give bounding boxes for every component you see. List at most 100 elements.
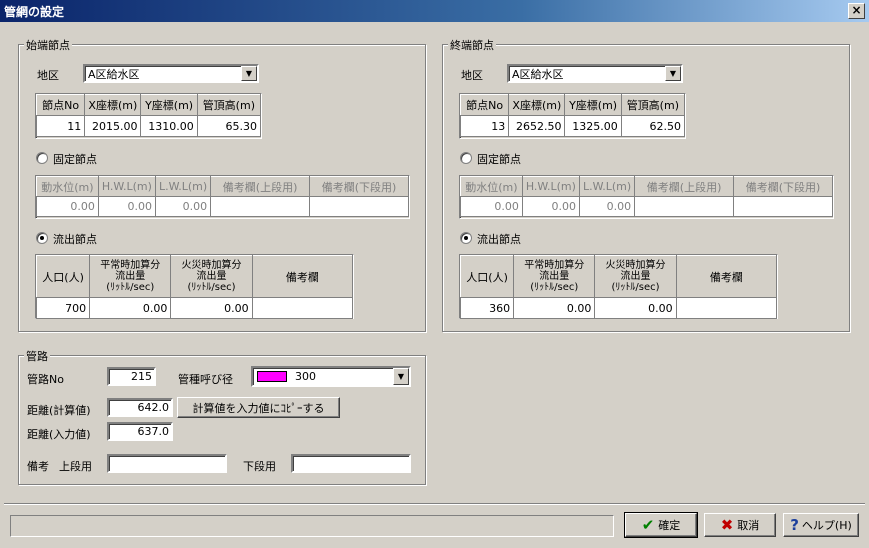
footer-divider [4,503,865,505]
start-coord-table: 節点No X座標(m) Y座標(m) 管頂高(m) 11 2015.00 131… [35,94,262,137]
start-district-label: 地区 [37,69,59,82]
cell-fire-outflow[interactable]: 0.00 [170,297,253,319]
end-district-label: 地区 [461,69,483,82]
cell-note[interactable] [251,297,354,319]
cell-pipe-top[interactable]: 62.50 [620,115,686,137]
col-fire-outflow: 火災時加算分 流出量 (ﾘｯﾄﾙ/sec) [594,255,677,298]
col-fire-outflow: 火災時加算分 流出量 (ﾘｯﾄﾙ/sec) [170,255,253,298]
note-lower-label: 下段用 [243,460,276,473]
window-title: 管網の設定 [4,4,65,19]
cell-x[interactable]: 2652.50 [508,115,566,137]
cell-note-upper[interactable] [210,196,311,217]
end-fixed-radio[interactable] [460,152,472,164]
cell-note[interactable] [675,297,778,319]
start-node-group-label: 始端節点 [24,37,72,53]
close-icon: × [851,3,862,17]
cell-population[interactable]: 700 [35,297,91,319]
chevron-down-icon[interactable]: ▼ [241,66,257,81]
col-lwl: L.W.L(m) [154,176,212,197]
ok-button[interactable]: ✔ 確定 [624,512,698,538]
col-normal-outflow: 平常時加算分 流出量 (ﾘｯﾄﾙ/sec) [513,255,596,298]
cancel-button[interactable]: ✖ 取消 [704,513,776,537]
col-normal-outflow: 平常時加算分 流出量 (ﾘｯﾄﾙ/sec) [89,255,172,298]
start-coord-table-frame: 節点No X座標(m) Y座標(m) 管頂高(m) 11 2015.00 131… [35,93,262,139]
copy-calc-button[interactable]: 計算値を入力値にｺﾋﾟｰする [177,397,340,418]
cell-pipe-top[interactable]: 65.30 [196,115,262,137]
col-note-upper: 備考欄(上段用) [634,176,735,197]
start-district-value: A区給水区 [88,67,140,81]
cancel-label: 取消 [737,519,760,532]
col-y: Y座標(m) [564,94,622,116]
check-icon: ✔ [641,516,655,534]
end-coord-table: 節点No X座標(m) Y座標(m) 管頂高(m) 13 2652.50 132… [459,94,686,137]
start-outflow-table-frame: 人口(人) 平常時加算分 流出量 (ﾘｯﾄﾙ/sec) 火災時加算分 流出量 (… [35,254,354,319]
end-outflow-label: 流出節点 [477,233,521,246]
cell-lwl[interactable]: 0.00 [154,196,212,217]
pipe-no-label: 管路No [27,373,64,386]
pipe-type-color-swatch [257,371,287,382]
pipe-type-select[interactable]: 300 ▼ [251,366,411,387]
start-outflow-radio[interactable] [36,232,48,244]
col-note: 備考欄 [675,255,778,298]
end-district-value: A区給水区 [512,67,564,81]
col-water-level: 動水位(m) [460,176,523,197]
cell-normal-outflow[interactable]: 0.00 [513,297,596,319]
start-fixed-radio[interactable] [36,152,48,164]
chevron-down-icon[interactable]: ▼ [393,368,409,385]
cell-fire-outflow[interactable]: 0.00 [594,297,677,319]
col-hwl: H.W.L(m) [521,176,580,197]
col-node-no: 節点No [459,94,510,116]
end-district-select[interactable]: A区給水区 ▼ [507,64,683,83]
col-x: X座標(m) [508,94,566,116]
col-note-upper: 備考欄(上段用) [210,176,311,197]
end-outflow-table-frame: 人口(人) 平常時加算分 流出量 (ﾘｯﾄﾙ/sec) 火災時加算分 流出量 (… [459,254,778,319]
cell-node-no[interactable]: 11 [35,115,86,137]
col-pipe-top: 管頂高(m) [196,94,262,116]
cell-x[interactable]: 2015.00 [84,115,142,137]
cell-hwl[interactable]: 0.00 [97,196,156,217]
start-fixed-table-frame: 動水位(m) H.W.L(m) L.W.L(m) 備考欄(上段用) 備考欄(下段… [35,175,410,219]
cell-water-level[interactable]: 0.00 [36,196,99,217]
start-fixed-table: 動水位(m) H.W.L(m) L.W.L(m) 備考欄(上段用) 備考欄(下段… [36,176,409,217]
col-note-lower: 備考欄(下段用) [309,176,409,197]
note-upper-input[interactable] [107,454,227,473]
pipe-no-input[interactable]: 215 [107,367,156,386]
start-district-select[interactable]: A区給水区 ▼ [83,64,259,83]
help-button[interactable]: ? ヘルプ(H) [783,513,859,537]
question-icon: ? [790,516,799,534]
cell-hwl[interactable]: 0.00 [521,196,580,217]
cell-water-level[interactable]: 0.00 [460,196,523,217]
calc-distance-input[interactable]: 642.0 [107,398,173,417]
end-coord-table-frame: 節点No X座標(m) Y座標(m) 管頂高(m) 13 2652.50 132… [459,93,686,139]
cell-note-lower[interactable] [733,196,833,217]
note-label: 備考 [27,460,49,473]
close-button[interactable]: × [848,3,865,19]
note-lower-input[interactable] [291,454,411,473]
cell-y[interactable]: 1310.00 [140,115,198,137]
col-pipe-top: 管頂高(m) [620,94,686,116]
end-outflow-radio[interactable] [460,232,472,244]
title-bar: 管網の設定 [0,0,869,22]
col-node-no: 節点No [35,94,86,116]
status-field [10,515,614,537]
cell-note-upper[interactable] [634,196,735,217]
input-distance-input[interactable]: 637.0 [107,422,173,441]
cell-note-lower[interactable] [309,196,409,217]
col-y: Y座標(m) [140,94,198,116]
cell-y[interactable]: 1325.00 [564,115,622,137]
col-population: 人口(人) [35,255,91,298]
pipe-type-label: 管種呼び径 [178,373,233,386]
cell-lwl[interactable]: 0.00 [578,196,636,217]
cell-population[interactable]: 360 [459,297,515,319]
help-label: ヘルプ(H) [801,519,852,532]
chevron-down-icon[interactable]: ▼ [665,66,681,81]
ok-label: 確定 [658,519,681,532]
start-outflow-label: 流出節点 [53,233,97,246]
start-outflow-table: 人口(人) 平常時加算分 流出量 (ﾘｯﾄﾙ/sec) 火災時加算分 流出量 (… [35,255,354,319]
pipe-group-label: 管路 [24,348,50,364]
cell-node-no[interactable]: 13 [459,115,510,137]
cell-normal-outflow[interactable]: 0.00 [89,297,172,319]
note-upper-label: 上段用 [59,460,92,473]
col-x: X座標(m) [84,94,142,116]
end-fixed-table-frame: 動水位(m) H.W.L(m) L.W.L(m) 備考欄(上段用) 備考欄(下段… [459,175,834,219]
